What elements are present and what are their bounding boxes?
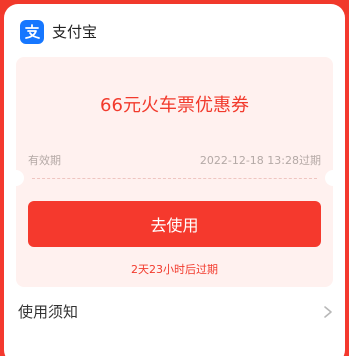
validity-label: 有效期 [28, 154, 61, 167]
validity-value: 2022-12-18 13:28过期 [199, 154, 321, 167]
app-name: 支付宝 [52, 23, 98, 41]
ticket-divider [32, 178, 317, 179]
usage-rules-row[interactable]: 使用须知 [4, 294, 345, 334]
app-header: 支付宝 [4, 4, 345, 60]
use-coupon-button[interactable]: 去使用 [28, 201, 321, 247]
ticket-notch-right [325, 170, 341, 186]
alipay-logo-icon [20, 20, 44, 44]
coupon-ticket: 66元火车票优惠券 有效期 2022-12-18 13:28过期 去使用 2天2… [8, 57, 341, 287]
ticket-notch-left [8, 170, 24, 186]
coupon-card: 支付宝 66元火车票优惠券 有效期 2022-12-18 13:28过期 去使用… [4, 4, 345, 356]
chevron-right-icon [324, 306, 332, 318]
expire-countdown: 2天23小时后过期 [131, 263, 218, 276]
usage-rules-label: 使用须知 [18, 303, 79, 321]
coupon-title: 66元火车票优惠券 [100, 95, 249, 116]
